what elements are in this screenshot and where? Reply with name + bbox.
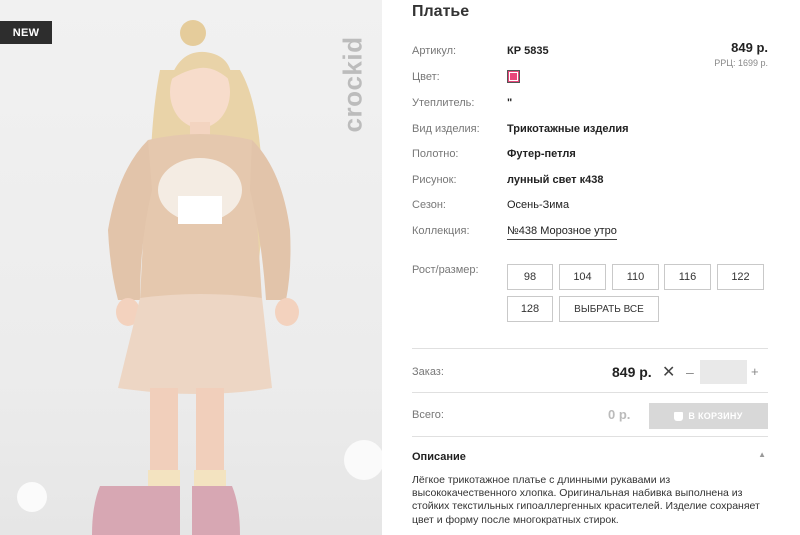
- order-price: 849 р.: [612, 364, 652, 380]
- size-option-128[interactable]: 128: [507, 296, 553, 322]
- add-to-cart-label: В КОРЗИНУ: [688, 411, 743, 421]
- product-title: Платье: [412, 3, 470, 20]
- size-option-104[interactable]: 104: [559, 264, 606, 290]
- attr-type: Вид изделия: Трикотажные изделия: [412, 123, 768, 139]
- attr-value: КР 5835: [507, 45, 549, 57]
- attr-label: Цвет:: [412, 71, 440, 83]
- divider: [412, 348, 768, 349]
- attr-label: Сезон:: [412, 199, 446, 211]
- attr-insulation: Утеплитель: ": [412, 97, 768, 113]
- attr-season: Сезон: Осень-Зима: [412, 199, 768, 215]
- order-label: Заказ:: [412, 366, 444, 378]
- attr-label: Утеплитель:: [412, 97, 475, 109]
- attr-color: Цвет:: [412, 70, 768, 87]
- size-option-98[interactable]: 98: [507, 264, 553, 290]
- attr-label: Коллекция:: [412, 225, 470, 237]
- minus-icon[interactable]: –: [686, 364, 694, 380]
- new-badge: NEW: [0, 21, 52, 44]
- quantity-input[interactable]: [700, 360, 747, 384]
- size-option-122[interactable]: 122: [717, 264, 764, 290]
- attr-label: Вид изделия:: [412, 123, 480, 135]
- divider: [412, 436, 768, 437]
- attr-fabric: Полотно: Футер-петля: [412, 148, 768, 164]
- plus-icon[interactable]: +: [751, 364, 759, 379]
- select-all-sizes-button[interactable]: ВЫБРАТЬ ВСЕ: [559, 296, 659, 322]
- attr-label: Артикул:: [412, 45, 457, 57]
- divider: [412, 392, 768, 393]
- total-label: Всего:: [412, 409, 444, 421]
- add-to-cart-button[interactable]: В КОРЗИНУ: [649, 403, 768, 429]
- attr-label: Рисунок:: [412, 174, 457, 186]
- attr-value: Осень-Зима: [507, 199, 570, 211]
- sizes-label: Рост/размер:: [412, 264, 479, 276]
- attr-value: Футер-петля: [507, 148, 576, 160]
- description-text: Лёгкое трикотажное платье с длинными рук…: [412, 474, 760, 526]
- product-details: Платье 849 р. РРЦ: 1699 р. Артикул: КР 5…: [412, 0, 768, 535]
- total-value: 0 р.: [608, 407, 631, 422]
- attr-collection: Коллекция: №438 Морозное утро: [412, 225, 768, 241]
- attr-value: ": [507, 97, 513, 109]
- brand-logo-text: crockid: [337, 36, 368, 132]
- cart-icon: [674, 411, 684, 421]
- attr-pattern: Рисунок: лунный свет к438: [412, 174, 768, 190]
- chevron-up-icon[interactable]: ▲: [758, 450, 766, 459]
- attr-article: Артикул: КР 5835: [412, 45, 768, 61]
- close-icon[interactable]: ✕: [662, 362, 675, 382]
- size-option-110[interactable]: 110: [612, 264, 659, 290]
- description-title[interactable]: Описание: [412, 451, 466, 463]
- attr-value: Трикотажные изделия: [507, 123, 629, 135]
- brand-logo: crockid: [338, 16, 368, 152]
- collection-link[interactable]: №438 Морозное утро: [507, 225, 617, 240]
- color-swatch[interactable]: [507, 70, 520, 83]
- size-option-116[interactable]: 116: [664, 264, 711, 290]
- child-model-illustration: [17, 20, 382, 535]
- attr-value: лунный свет к438: [507, 174, 604, 186]
- attr-label: Полотно:: [412, 148, 459, 160]
- product-photo[interactable]: NEW crockid: [0, 0, 382, 535]
